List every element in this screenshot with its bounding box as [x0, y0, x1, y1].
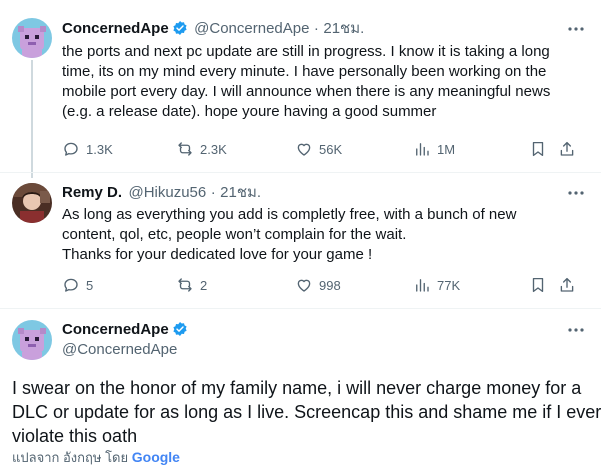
author-handle[interactable]: @ConcernedApe [194, 20, 309, 37]
retweet-button[interactable]: 2.3K [176, 140, 227, 158]
tweet-text-line: Thanks for your dedicated love for your … [62, 246, 373, 263]
view-count: 1M [437, 141, 456, 157]
reply-icon [64, 278, 78, 292]
like-count: 56K [319, 141, 343, 157]
like-count: 998 [319, 277, 341, 293]
tweet-text-line: the ports and next pc update are still i… [62, 43, 550, 60]
google-logo: Google [131, 449, 180, 465]
views-chart-icon [416, 279, 429, 292]
share-icon [560, 277, 574, 292]
author-handle-row: @ConcernedApe [62, 340, 177, 360]
tweet-actions: 5 2 998 77K [62, 276, 582, 296]
tweet-text-line: As long as everything you add is complet… [62, 206, 517, 223]
bookmark-icon [532, 141, 544, 157]
share-button[interactable] [558, 276, 576, 294]
bookmark-button[interactable] [529, 276, 547, 294]
divider [0, 308, 601, 309]
views-button[interactable]: 77K [413, 276, 460, 294]
tweet-text: I swear on the honor of my family name, … [12, 376, 601, 448]
author-handle[interactable]: @ConcernedApe [62, 341, 177, 358]
separator-dot: · [313, 20, 319, 37]
reply-button[interactable]: 1.3K [62, 140, 113, 158]
retweet-button[interactable]: 2 [176, 276, 207, 294]
tweet-text-line: content, qol, etc, people won’t complain… [62, 226, 407, 243]
thread-connector [31, 60, 33, 178]
tweet-header: Remy D. @Hikuzu56 · 21ชม. [62, 183, 261, 203]
timestamp[interactable]: 21ชม. [220, 184, 261, 201]
like-button[interactable]: 56K [295, 140, 342, 158]
retweet-icon [178, 142, 192, 156]
tweet-text: As long as everything you add is complet… [62, 205, 516, 265]
tweet-text-line: DLC or update for as long as I live. Scr… [12, 402, 601, 422]
tweet-text-line: violate this oath [12, 426, 138, 446]
tweet-text-line: (e.g. a release date). hope youre having… [62, 103, 437, 120]
view-count: 77K [437, 277, 461, 293]
reply-button[interactable]: 5 [62, 276, 93, 294]
more-options-icon[interactable] [566, 320, 586, 340]
tweet-text-line: I swear on the honor of my family name, … [12, 378, 582, 398]
bookmark-icon [532, 277, 544, 293]
share-icon [560, 141, 574, 156]
tweet-text: the ports and next pc update are still i… [62, 42, 550, 122]
avatar[interactable] [12, 18, 52, 58]
separator-dot: · [210, 184, 216, 201]
bookmark-button[interactable] [529, 140, 547, 158]
reply-count: 1.3K [86, 141, 113, 157]
views-button[interactable]: 1M [413, 140, 455, 158]
share-button[interactable] [558, 140, 576, 158]
heart-icon [297, 143, 311, 156]
tweet-text-line: time, its on my mind every minute. I hav… [62, 63, 547, 80]
views-chart-icon [416, 143, 429, 156]
divider [0, 172, 601, 173]
verified-badge-icon [172, 20, 188, 42]
reply-count: 5 [86, 277, 94, 293]
translate-label: แปลจาก อังกฤษ โดย [12, 450, 129, 465]
user-avatar-photo-icon [12, 183, 52, 223]
more-options-icon[interactable] [566, 183, 586, 203]
concernedape-avatar-icon [12, 18, 52, 58]
author-name[interactable]: ConcernedApe [62, 20, 169, 37]
timestamp[interactable]: 21ชม. [323, 20, 364, 37]
heart-icon [297, 279, 311, 292]
like-button[interactable]: 998 [295, 276, 341, 294]
author-name[interactable]: ConcernedApe [62, 321, 169, 338]
retweet-icon [178, 278, 192, 292]
author-name[interactable]: Remy D. [62, 184, 122, 201]
tweet-actions: 1.3K 2.3K 56K 1M [62, 140, 582, 160]
tweet-header: ConcernedApe @ConcernedApe · 21ชม. [62, 19, 364, 42]
reply-icon [64, 142, 78, 156]
retweet-count: 2.3K [200, 141, 227, 157]
retweet-count: 2 [200, 277, 208, 293]
author-handle[interactable]: @Hikuzu56 [128, 184, 206, 201]
concernedape-avatar-icon [12, 320, 52, 360]
avatar[interactable] [12, 183, 52, 223]
tweet-text-line: mobile port every day. I will announce w… [62, 83, 551, 100]
more-options-icon[interactable] [566, 19, 586, 39]
avatar[interactable] [12, 320, 52, 360]
